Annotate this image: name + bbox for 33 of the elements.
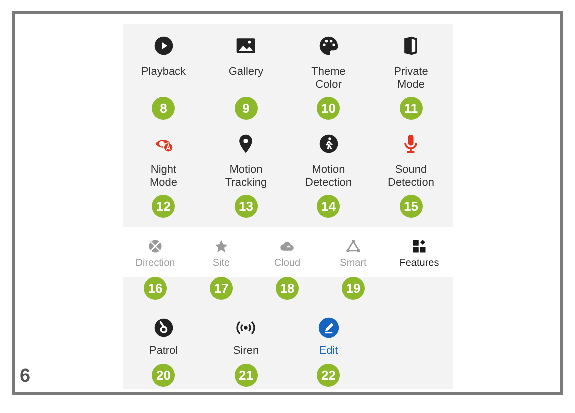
- feature-label[interactable]: Night Mode: [136, 164, 192, 192]
- grid-icon: [412, 239, 427, 254]
- feature-label[interactable]: Theme Color: [300, 66, 357, 94]
- callout-number: 9: [234, 97, 258, 120]
- figure-number: 6: [20, 366, 31, 388]
- feature-label[interactable]: Siren: [218, 345, 274, 361]
- triangle-icon: [346, 239, 361, 254]
- callout-number: 11: [400, 97, 423, 120]
- callout-number: 10: [317, 97, 340, 120]
- callout-number: 22: [317, 364, 340, 387]
- callout-number: 16: [144, 277, 167, 300]
- callout-number: 17: [210, 277, 233, 300]
- feature-label[interactable]: Sound Detection: [383, 164, 440, 192]
- tab[interactable]: Features: [386, 227, 452, 277]
- callout-number: 15: [400, 195, 423, 218]
- feature-label[interactable]: Motion Detection: [300, 164, 357, 192]
- callout-number: 20: [152, 364, 176, 387]
- feature-label[interactable]: Private Mode: [383, 66, 440, 94]
- callout-number: 13: [234, 195, 258, 218]
- feature-label[interactable]: Patrol: [136, 345, 192, 361]
- star-icon: [214, 239, 229, 254]
- callout-number: 12: [152, 195, 176, 218]
- direction-pad-icon: [148, 239, 163, 254]
- callout-number: 8: [152, 97, 176, 120]
- feature-label[interactable]: Motion Tracking: [218, 164, 274, 192]
- cloud-icon: [280, 239, 295, 254]
- feature-label[interactable]: Edit: [300, 345, 357, 361]
- callout-number: 14: [317, 195, 340, 218]
- callout-number: 18: [276, 277, 299, 300]
- callout-number: 19: [342, 277, 365, 300]
- feature-label[interactable]: Gallery: [218, 66, 274, 94]
- callout-number: 21: [234, 364, 258, 387]
- feature-label[interactable]: Playback: [136, 66, 192, 94]
